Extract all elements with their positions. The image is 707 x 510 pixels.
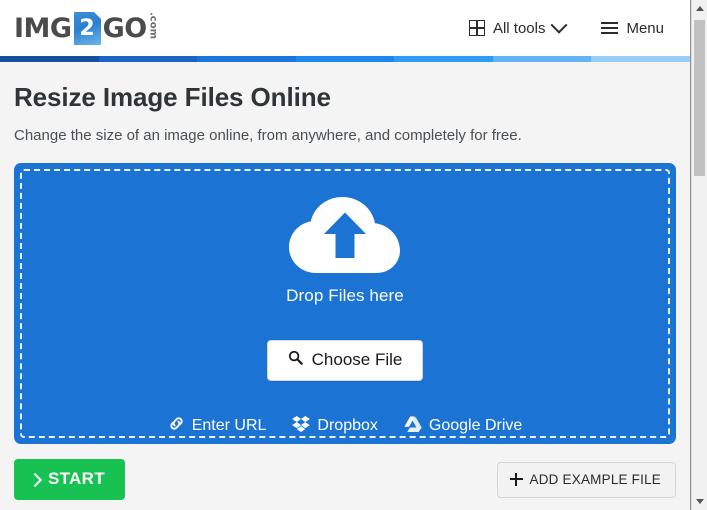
gradient-segment-2 (98, 56, 198, 62)
enter-url-link[interactable]: Enter URL (168, 415, 267, 437)
drop-files-label: Drop Files here (286, 286, 404, 305)
plus-icon (509, 472, 523, 486)
nav-menu[interactable]: Menu (591, 14, 674, 43)
gradient-segment-6 (492, 56, 592, 62)
scroll-up-arrow-icon[interactable] (692, 0, 707, 17)
gradient-segment-3 (197, 56, 296, 62)
page-content: IMG 2 GO .com All tools Menu Resize Imag… (0, 0, 691, 510)
google-drive-link[interactable]: Google Drive (404, 416, 522, 437)
grid-icon (468, 20, 485, 36)
logo-tld: .com (147, 12, 159, 40)
logo-badge-number: 2 (79, 16, 95, 41)
logo-text-go: GO (102, 12, 148, 44)
nav-menu-label: Menu (626, 19, 664, 37)
start-button-label: START (48, 469, 105, 488)
cloud-upload-icon (286, 189, 404, 280)
gradient-segment-7 (591, 56, 690, 62)
chevron-right-icon (27, 472, 43, 488)
gradient-segment-5 (394, 56, 493, 62)
scroll-down-arrow-icon[interactable] (692, 493, 707, 510)
start-button[interactable]: START (14, 459, 125, 500)
hamburger-icon (601, 21, 619, 35)
gradient-segment-1 (0, 56, 99, 62)
chevron-down-icon (550, 16, 568, 34)
gradient-divider (0, 56, 690, 62)
choose-file-label: Choose File (311, 350, 403, 369)
google-drive-icon (404, 416, 422, 437)
link-icon (168, 415, 185, 437)
dropbox-icon (292, 415, 311, 437)
google-drive-label: Google Drive (428, 417, 523, 434)
search-icon (288, 350, 303, 370)
choose-file-button[interactable]: Choose File (266, 340, 424, 381)
gradient-segment-4 (295, 56, 395, 62)
header-nav: All tools Menu (459, 14, 674, 43)
add-example-file-button[interactable]: ADD EXAMPLE FILE (496, 461, 676, 498)
file-dropzone[interactable]: Drop Files here Choose File Enter URL Dr… (14, 163, 676, 444)
dropbox-label: Dropbox (317, 417, 378, 434)
scrollbar-thumb[interactable] (694, 20, 705, 176)
browser-viewport: IMG 2 GO .com All tools Menu Resize Imag… (0, 0, 707, 510)
upload-source-links: Enter URL Dropbox Google Drive (168, 415, 522, 437)
nav-all-tools[interactable]: All tools (459, 14, 576, 43)
page-subtitle: Change the size of an image online, from… (14, 127, 522, 144)
upload-area: Drop Files here Choose File Enter URL Dr… (14, 163, 676, 444)
action-row: START ADD EXAMPLE FILE (14, 459, 676, 500)
dropbox-link[interactable]: Dropbox (292, 415, 378, 437)
page-title: Resize Image Files Online (14, 82, 331, 112)
main-content: Resize Image Files Online Change the siz… (0, 62, 690, 500)
site-logo[interactable]: IMG 2 GO .com (14, 11, 159, 45)
nav-all-tools-label: All tools (492, 19, 546, 37)
site-header: IMG 2 GO .com All tools Menu (0, 0, 690, 56)
enter-url-label: Enter URL (191, 417, 267, 434)
add-example-file-label: ADD EXAMPLE FILE (529, 471, 661, 487)
logo-text-img: IMG (14, 12, 72, 44)
vertical-scrollbar[interactable] (691, 0, 707, 510)
logo-document-icon: 2 (73, 11, 101, 45)
